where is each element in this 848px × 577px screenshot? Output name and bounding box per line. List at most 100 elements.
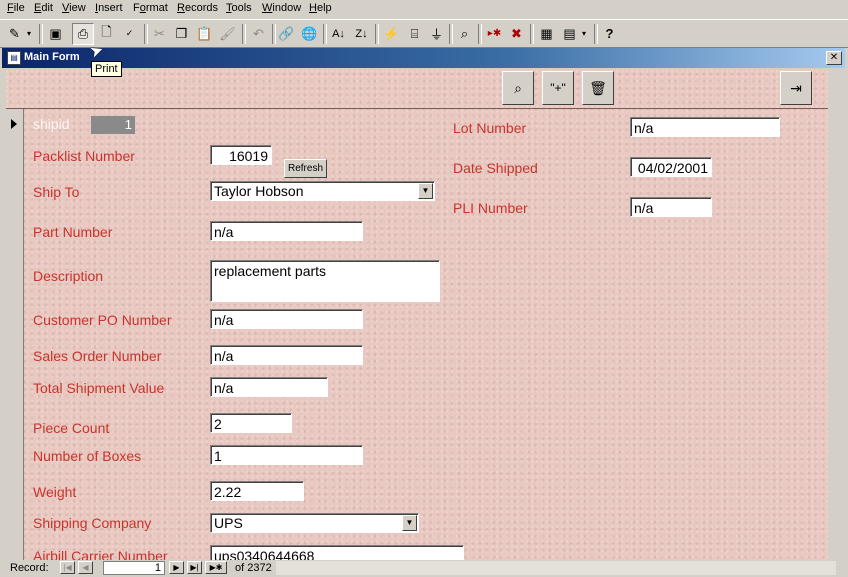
weight-field[interactable]: 2.22 [210, 481, 304, 501]
toolbar-separator [375, 24, 379, 44]
last-record-button[interactable]: ▶| [187, 561, 202, 574]
filter-by-form-icon[interactable]: ⌸ [404, 23, 425, 44]
current-record-arrow-icon [11, 119, 17, 129]
number-of-boxes-field[interactable]: 1 [210, 445, 363, 465]
shipping-company-value: UPS [214, 515, 243, 531]
part-number-field[interactable]: n/a [210, 221, 363, 241]
web-toolbar-icon[interactable]: 🌐 [299, 23, 320, 44]
lot-number-field[interactable]: n/a [630, 117, 780, 137]
sort-descending-icon[interactable]: Z↓ [351, 23, 372, 44]
ship-to-value: Taylor Hobson [214, 183, 304, 199]
new-object-dropdown-icon[interactable]: ▾ [579, 23, 589, 44]
ship-to-combo[interactable]: Taylor Hobson ▼ [210, 181, 435, 201]
hyperlink-icon[interactable]: 🔗 [276, 23, 297, 44]
airbill-carrier-number-field[interactable]: ups0340644668 [210, 545, 464, 560]
trash-icon: 🗑 [589, 79, 607, 96]
filter-by-selection-icon[interactable]: ⚡ [381, 23, 402, 44]
record-selector[interactable] [6, 109, 24, 560]
part-number-label: Part Number [33, 224, 113, 240]
delete-record-icon[interactable]: ✖ [506, 23, 527, 44]
tooltip: Print [91, 61, 122, 77]
total-shipment-value-field[interactable]: n/a [210, 377, 328, 397]
next-record-button[interactable]: ▶ [169, 561, 184, 574]
previous-record-button[interactable]: ◀ [78, 561, 93, 574]
database-window-icon[interactable]: ▤ [559, 23, 580, 44]
form-header: ⌕ "+" 🗑 ⇥ [6, 70, 828, 109]
menu-view[interactable]: View [62, 2, 86, 14]
sales-order-label: Sales Order Number [33, 348, 162, 364]
of-label: of [235, 562, 245, 574]
total-records: 2372 [247, 562, 272, 574]
toolbar-separator [144, 24, 148, 44]
vertical-scrollbar[interactable] [828, 70, 842, 560]
customer-po-field[interactable]: n/a [210, 309, 363, 329]
total-shipment-value-label: Total Shipment Value [33, 380, 165, 396]
packlist-number-label: Packlist Number [33, 148, 135, 164]
first-record-button[interactable]: |◀ [60, 561, 75, 574]
view-form-icon[interactable]: ✎ [4, 23, 25, 44]
window-close-button[interactable]: ✕ [826, 51, 842, 65]
chevron-down-icon[interactable]: ▼ [418, 183, 433, 199]
menu-format[interactable]: Format [133, 2, 168, 14]
binoculars-icon: ⌕ [514, 79, 522, 96]
toolbar-separator [478, 24, 482, 44]
date-shipped-field[interactable]: 04/02/2001 [630, 157, 712, 177]
shipid-field[interactable]: 1 [91, 116, 135, 134]
shipping-company-combo[interactable]: UPS ▼ [210, 513, 419, 533]
description-field[interactable]: replacement parts [210, 260, 440, 302]
undo-icon[interactable]: ↶ [248, 23, 269, 44]
toolbar-separator [242, 24, 246, 44]
window-title-bar[interactable]: ▤ Main Form ✕ [2, 48, 845, 68]
record-navigation-bar: Record: |◀ ◀ 1 ▶ ▶| ▶✱ of 2372 [6, 560, 842, 576]
toolbar-separator [449, 24, 453, 44]
spelling-icon[interactable]: ✓ [119, 23, 140, 44]
format-painter-icon[interactable]: 🖌 [217, 23, 238, 44]
window-title: Main Form [24, 51, 80, 63]
weight-label: Weight [33, 484, 77, 500]
main-form-window: ▤ Main Form ✕ ⌕ "+" 🗑 ⇥ shipid 1 Packlis… [2, 48, 845, 577]
description-label: Description [33, 268, 104, 284]
new-record-icon[interactable]: ▸✱ [484, 23, 505, 44]
delete-record-button[interactable]: 🗑 [582, 71, 614, 105]
piece-count-field[interactable]: 2 [210, 413, 292, 433]
sort-ascending-icon[interactable]: A↓ [328, 23, 349, 44]
form-detail-area: ⌕ "+" 🗑 ⇥ shipid 1 Packlist Number 16019… [6, 70, 828, 560]
new-record-button[interactable]: ▶✱ [205, 561, 227, 574]
toolbar-separator [39, 24, 43, 44]
pli-number-label: PLI Number [453, 200, 528, 216]
record-label: Record: [10, 562, 49, 574]
menu-edit[interactable]: Edit [34, 2, 53, 14]
toolbar-separator [323, 24, 327, 44]
record-count-text: of 2372 [235, 562, 272, 574]
menu-window[interactable]: Window [262, 2, 301, 14]
properties-icon[interactable]: ▦ [536, 23, 557, 44]
pli-number-field[interactable]: n/a [630, 197, 712, 217]
shipid-label: shipid [33, 116, 70, 132]
find-icon[interactable]: ⌕ [454, 23, 475, 44]
horizontal-scrollbar[interactable] [276, 561, 836, 575]
menu-records[interactable]: Records [177, 2, 218, 14]
ship-to-label: Ship To [33, 184, 80, 200]
menu-file[interactable]: File [7, 2, 25, 14]
menu-insert[interactable]: Insert [95, 2, 123, 14]
refresh-button[interactable]: Refresh [284, 159, 327, 178]
menu-help[interactable]: Help [309, 2, 332, 14]
packlist-number-field[interactable]: 16019 [210, 145, 272, 165]
sales-order-field[interactable]: n/a [210, 345, 363, 365]
paste-icon[interactable]: 📋 [194, 23, 215, 44]
chevron-down-icon[interactable]: ▼ [402, 515, 417, 531]
toolbar: ✎ ▾ ▣ ⎙ 🗋 ✓ ✂ ❐ 📋 🖌 ↶ 🔗 🌐 A↓ Z↓ ⚡ ⌸ ⏚ ⌕ … [0, 19, 848, 48]
find-button[interactable]: ⌕ [502, 71, 534, 105]
form-window-icon: ▤ [7, 51, 21, 65]
view-dropdown-icon[interactable]: ▾ [24, 23, 34, 44]
exit-button[interactable]: ⇥ [780, 71, 812, 105]
toolbar-separator [530, 24, 534, 44]
cut-icon[interactable]: ✂ [149, 23, 170, 44]
current-record-field[interactable]: 1 [103, 561, 165, 575]
save-icon[interactable]: ▣ [45, 23, 66, 44]
copy-icon[interactable]: ❐ [171, 23, 192, 44]
help-icon[interactable]: ? [599, 23, 620, 44]
add-record-button[interactable]: "+" [542, 71, 574, 105]
menu-tools[interactable]: Tools [226, 2, 252, 14]
apply-filter-icon[interactable]: ⏚ [426, 23, 447, 44]
